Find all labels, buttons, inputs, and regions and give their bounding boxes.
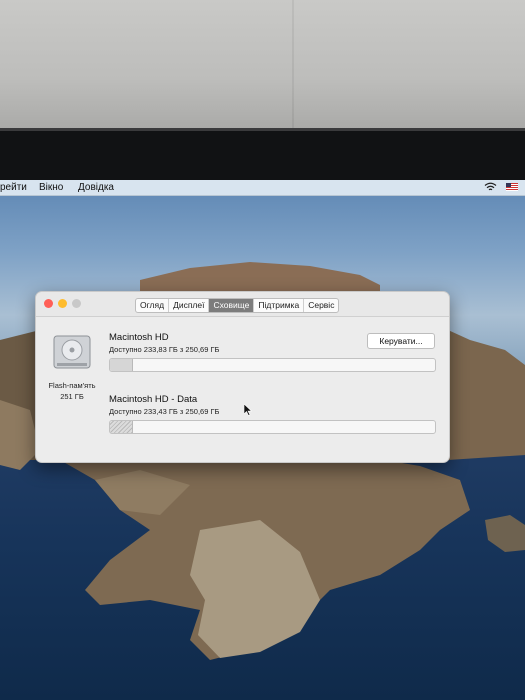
monitor-bezel [0,128,525,183]
wall-background [0,0,525,132]
window-titlebar: Огляд Дисплеї Сховище Підтримка Сервіс [36,292,449,317]
menu-item-window[interactable]: Вікно [39,181,63,194]
hard-drive-icon [53,335,91,369]
storage-bar-fill [110,359,133,371]
disk-type-label: Flash-пам'ять [48,381,96,390]
mouse-cursor-icon [244,404,252,416]
tab-support[interactable]: Підтримка [254,299,305,312]
minimize-button[interactable] [58,299,67,308]
manage-button[interactable]: Керувати... [367,333,435,349]
wall-seam [292,0,294,132]
wifi-icon[interactable] [484,182,497,192]
flag-icon[interactable] [506,183,518,191]
storage-bar [109,420,436,434]
disk-capacity-label: 251 ГБ [60,392,84,401]
volume-name: Macintosh HD - Data [109,394,198,405]
menu-bar: рейти Вікно Довідка [0,180,525,196]
menu-item-services[interactable]: рейти [0,181,27,194]
desktop-screen: рейти Вікно Довідка Огляд Дисплеї Сховищ… [0,180,525,700]
volume-available: Доступно 233,43 ГБ з 250,69 ГБ [109,407,220,416]
zoom-button[interactable] [72,299,81,308]
close-button[interactable] [44,299,53,308]
storage-bar [109,358,436,372]
tab-service[interactable]: Сервіс [304,299,338,312]
volume-available: Доступно 233,83 ГБ з 250,69 ГБ [109,345,220,354]
storage-bar-fill [110,421,134,433]
menu-item-help[interactable]: Довідка [78,181,114,194]
tab-storage[interactable]: Сховище [209,299,255,312]
about-this-mac-window: Огляд Дисплеї Сховище Підтримка Сервіс F… [35,291,450,463]
volume-name: Macintosh HD [109,332,169,343]
tab-displays[interactable]: Дисплеї [169,299,210,312]
tab-overview[interactable]: Огляд [136,299,170,312]
segmented-tabs: Огляд Дисплеї Сховище Підтримка Сервіс [135,298,340,313]
